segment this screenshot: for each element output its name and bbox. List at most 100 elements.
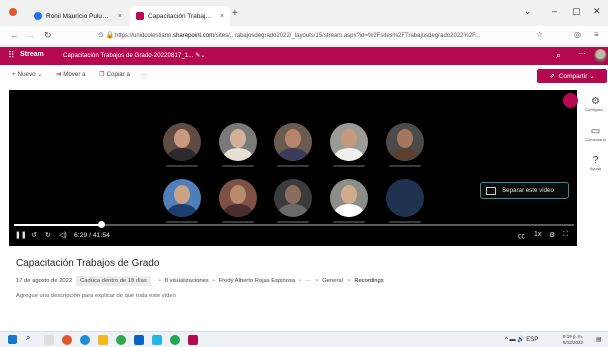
task-view-icon[interactable]	[44, 335, 54, 345]
more-options-icon[interactable]: ···	[578, 49, 586, 58]
stream-favicon-icon	[136, 12, 144, 20]
move-icon: ⇉	[56, 71, 62, 78]
avatar-head	[341, 185, 357, 204]
forward-10-icon[interactable]: ↻	[45, 231, 51, 239]
favorite-star-icon[interactable]: ☆	[536, 30, 543, 39]
share-button[interactable]: ⇗ Compartir ⌄	[537, 69, 607, 83]
path-more[interactable]: ···	[305, 278, 311, 284]
fullscreen-icon[interactable]: ⛶	[563, 231, 568, 239]
minimize-button[interactable]: –	[552, 6, 557, 16]
participant-name-placeholder	[389, 221, 421, 223]
app-name[interactable]: Stream	[20, 51, 44, 58]
participant-avatar	[386, 179, 424, 217]
avatar-body	[278, 148, 308, 161]
pop-out-video-button[interactable]: Separar este video	[480, 182, 569, 199]
tab-list-icon[interactable]: ⌄	[524, 6, 532, 17]
copy-icon: ❐	[99, 71, 105, 78]
file-breadcrumb[interactable]: Capacitación Trabajos de Grado-20220817_…	[63, 52, 205, 59]
participant-avatar	[274, 123, 312, 161]
copy-to-button[interactable]: ❐ Copiar a	[99, 71, 130, 78]
participant-name-placeholder	[333, 165, 365, 167]
rail-help[interactable]: ? Ayuda	[583, 155, 608, 171]
help-icon: ?	[592, 155, 599, 166]
participant-name-placeholder	[166, 221, 198, 223]
progress-handle[interactable]	[97, 221, 105, 228]
browser-tab-strip: Ronil Mauricio Pulumarland u C × Capacit…	[0, 0, 608, 26]
avatar-body	[167, 148, 197, 161]
captions-icon[interactable]: ㏄	[518, 231, 525, 241]
video-settings-icon[interactable]: ⚙	[549, 231, 555, 239]
play-pause-icon[interactable]: ❚❚	[15, 231, 27, 239]
avatar-body	[278, 204, 308, 217]
avatar-body	[167, 204, 197, 217]
browser-tab-profile[interactable]: Ronil Mauricio Pulumarland u C ×	[28, 6, 128, 26]
browser-tab-stream[interactable]: Capacitación Trabajos de Grado ×	[130, 6, 230, 26]
move-to-button[interactable]: ⇉ Mover a	[56, 71, 86, 78]
new-button[interactable]: + Nuevo ⌄	[12, 71, 42, 78]
stream-icon[interactable]	[188, 335, 198, 345]
url-prefix: https://unidcolestiano.	[115, 33, 174, 39]
video-progress-bar[interactable]	[14, 221, 574, 228]
plus-icon: +	[12, 71, 16, 78]
rewind-10-icon[interactable]: ↺	[31, 231, 37, 239]
close-tab-icon[interactable]: ×	[118, 13, 122, 20]
participant-name-placeholder	[222, 221, 254, 223]
rail-comments[interactable]: ▭ Comentario	[583, 126, 608, 142]
back-arrow-icon[interactable]: ←	[10, 30, 19, 40]
chrome-icon[interactable]	[116, 335, 126, 345]
os-taskbar: ⌕ ^ ▬ 🔊 ESP 8:19 p. m. 5/12/2022 ▤	[0, 331, 608, 347]
more-commands-button[interactable]: ···	[141, 71, 147, 78]
upload-date: 17 de agosto de 2022	[16, 278, 73, 284]
address-bar-row: ← → ↻ ⊙ 🔒 https://unidcolestiano. sharepo…	[0, 26, 608, 46]
url-field[interactable]: https://unidcolestiano. sharepoint.com/si…	[115, 29, 530, 43]
comment-icon: ▭	[590, 126, 601, 137]
view-count: 8 visualizaciones	[164, 278, 209, 284]
url-path: /sites/...rabajosdegrado2022/_layouts/15…	[214, 33, 481, 39]
start-icon[interactable]	[8, 335, 17, 344]
app-launcher-icon[interactable]: ⠿	[8, 50, 15, 61]
playback-time: 6:29 / 41:54	[74, 232, 110, 239]
expiry-badge[interactable]: Caduca dentro de 18 días	[76, 276, 151, 286]
search-icon[interactable]: ⌕	[556, 50, 561, 61]
participant-name-placeholder	[277, 165, 309, 167]
browser-menu-icon[interactable]: ≡	[594, 30, 599, 39]
path-recordings[interactable]: Recordings	[354, 278, 383, 284]
author-link[interactable]: Fredy Alberto Rojas Espinosa	[219, 278, 295, 284]
playback-speed-icon[interactable]: 1x	[534, 231, 541, 238]
system-tray[interactable]: ^ ▬ 🔊 ESP	[505, 336, 538, 343]
close-window-button[interactable]: ✕	[593, 6, 601, 17]
maximize-button[interactable]: ▢	[572, 6, 581, 17]
close-tab-icon[interactable]: ×	[220, 13, 224, 20]
participant-avatar	[330, 123, 368, 161]
video-title: Capacitación Trabajos de Grado	[16, 258, 160, 269]
share-icon: ⇗	[549, 73, 555, 80]
new-tab-button[interactable]: +	[232, 8, 238, 19]
teams-icon[interactable]	[152, 335, 162, 345]
volume-icon[interactable]: ◁)	[59, 231, 67, 239]
whatsapp-icon[interactable]	[170, 335, 180, 345]
edit-pencil-icon[interactable]: ✎⌄	[195, 52, 205, 59]
browser-menu-icon[interactable]	[9, 8, 17, 16]
avatar-body	[334, 204, 364, 217]
firefox-icon[interactable]	[62, 335, 72, 345]
clock[interactable]: 8:19 p. m. 5/12/2022	[563, 334, 583, 345]
avatar-head	[397, 129, 413, 148]
avatar-head	[341, 129, 357, 148]
participant-avatar	[163, 123, 201, 161]
participant-name-placeholder	[333, 221, 365, 223]
avatar[interactable]	[594, 49, 607, 62]
site-info-icon[interactable]: ⊙ 🔒	[98, 31, 115, 39]
rail-settings[interactable]: ⚙ Configura...	[583, 96, 608, 112]
file-explorer-icon[interactable]	[98, 335, 108, 345]
notifications-icon[interactable]: ▤	[596, 336, 602, 343]
reload-icon[interactable]: ↻	[44, 30, 52, 41]
participant-avatar	[219, 179, 257, 217]
extensions-icon[interactable]: ◎	[574, 30, 581, 39]
avatar-head	[174, 129, 190, 148]
edge-icon[interactable]	[80, 335, 90, 345]
path-general[interactable]: General	[322, 278, 343, 284]
description-field[interactable]: Agregue una descripción para explicar de…	[16, 293, 176, 299]
forward-arrow-icon[interactable]: →	[26, 30, 35, 40]
search-icon[interactable]: ⌕	[26, 333, 36, 343]
outlook-icon[interactable]	[134, 335, 144, 345]
